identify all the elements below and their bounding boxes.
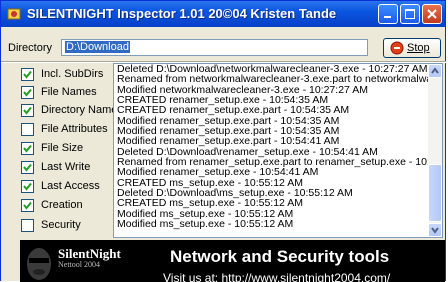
close-icon [427,9,437,19]
checkbox[interactable] [21,199,34,212]
checkbox[interactable] [21,123,34,136]
option-label: File Names [41,86,97,98]
app-window: SILENTNIGHT Inspector 1.01 20©04 Kristen… [0,0,447,282]
ad-banner[interactable]: SilentNight Nettool 2004 Network and Sec… [20,240,445,282]
window-title: SILENTNIGHT Inspector 1.01 20©04 Kristen… [27,6,337,21]
checkmark-icon [23,163,32,172]
checkmark-icon [23,201,32,210]
scroll-down-button[interactable] [428,223,442,237]
maximize-icon [405,9,415,19]
stop-label: Stop [407,42,430,54]
banner-headline: Network and Security tools [170,247,390,266]
directory-input[interactable]: D:\Download [61,39,425,57]
log-lines: Deleted D:\Download\networkmalwarecleane… [117,64,429,230]
scroll-thumb[interactable] [428,164,442,222]
minimize-button[interactable] [378,4,398,24]
event-log[interactable]: Deleted D:\Download\networkmalwarecleane… [113,63,443,238]
checkmark-icon [23,70,32,79]
option-label: Directory Names [41,104,123,116]
checkmark-icon [23,106,32,115]
directory-value: D:\Download [65,41,130,53]
chevron-down-icon [431,227,439,234]
close-button[interactable] [422,4,442,24]
checkbox[interactable] [21,86,34,99]
checkmark-icon [23,182,32,191]
checkmark-icon [23,144,32,153]
option-label: Creation [41,199,83,211]
option-label: File Size [41,142,84,154]
directory-label: Directory [8,42,53,54]
checkbox[interactable] [21,180,34,193]
minimize-icon [384,16,391,18]
stop-icon [390,41,404,55]
checkmark-icon [23,88,32,97]
option-label: Last Write [41,161,91,173]
checkbox[interactable] [21,142,34,155]
title-bar[interactable]: SILENTNIGHT Inspector 1.01 20©04 Kristen… [1,1,445,27]
options-panel: Incl. SubDirs File Names Directory Names… [21,64,123,239]
face-logo-icon [27,248,51,280]
banner-subtitle: Nettool 2004 [58,260,100,269]
option-label: File Attributes [41,123,108,135]
scroll-up-button[interactable] [428,64,442,78]
checkbox[interactable] [21,104,34,117]
app-icon [7,8,21,20]
directory-row: Directory D:\Download Stop [1,37,447,59]
checkbox[interactable] [21,161,34,174]
option-label: Incl. SubDirs [41,68,104,80]
banner-link[interactable]: Visit us at: http://www.silentnight2004.… [163,271,390,282]
maximize-button[interactable] [400,4,420,24]
checkbox[interactable] [21,219,34,232]
stop-button[interactable]: Stop [383,38,441,58]
log-scrollbar[interactable] [428,64,442,237]
log-line: Modified ms_setup.exe - 10:55:12 AM [117,218,294,230]
option-label: Last Access [41,180,100,192]
checkbox[interactable] [21,68,34,81]
chevron-up-icon [431,67,439,74]
option-label: Security [41,219,81,231]
